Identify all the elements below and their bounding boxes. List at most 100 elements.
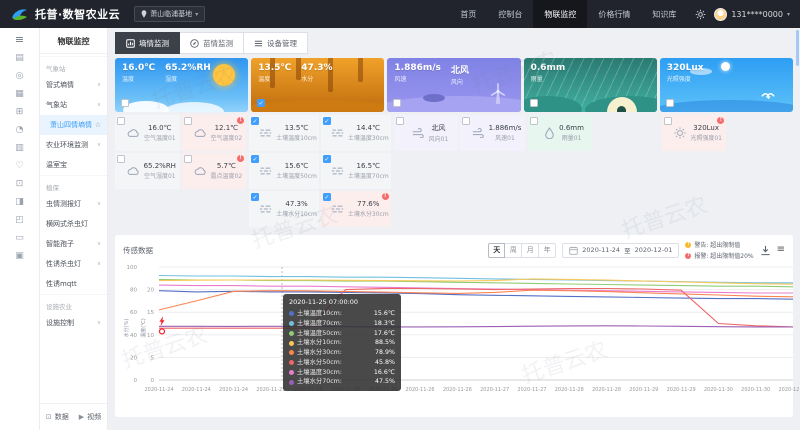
sidebar-item-性诱杀虫灯[interactable]: 性诱杀虫灯∨	[40, 254, 107, 274]
target-icon[interactable]: ◎	[16, 72, 24, 81]
svg-text:2020-11-27: 2020-11-27	[517, 387, 546, 393]
sidebar-item-横网式杀虫灯[interactable]: 横网式杀虫灯	[40, 214, 107, 234]
tile-checkbox[interactable]	[184, 155, 192, 163]
card-checkbox[interactable]	[666, 99, 674, 107]
nav-item-首页[interactable]: 首页	[449, 0, 487, 28]
scrollbar-thumb[interactable]	[796, 30, 799, 66]
tile-checkbox[interactable]	[664, 117, 672, 125]
plus-grid-icon[interactable]: ⊡	[16, 180, 24, 189]
sensor-tile-风速01[interactable]: 1.886m/s风速01	[460, 115, 525, 151]
card-checkbox[interactable]: ✓	[257, 99, 265, 107]
location-selector[interactable]: 萧山临浦基地 ▾	[134, 6, 205, 22]
sensor-tile-空气温度01[interactable]: 16.0℃空气温度01	[115, 115, 180, 151]
range-button-年[interactable]: 年	[539, 243, 556, 258]
nav-item-价格行情[interactable]: 价格行情	[587, 0, 641, 28]
sidebar-item-性诱mqtt[interactable]: 性诱mqtt	[40, 274, 107, 294]
tile-checkbox[interactable]: ✓	[323, 155, 331, 163]
sidebar-item-农业环境监测[interactable]: 农业环境监测∨	[40, 135, 107, 155]
tile-checkbox[interactable]	[462, 117, 470, 125]
grid-icon[interactable]: ▣	[15, 252, 24, 261]
soil-icon	[331, 166, 344, 176]
tile-checkbox[interactable]: ✓	[251, 193, 259, 201]
sidebar-item-设施控制[interactable]: 设施控制∨	[40, 313, 107, 333]
nav-item-控制台[interactable]: 控制台	[487, 0, 533, 28]
user-menu[interactable]: 131****0000 ▾	[714, 8, 790, 21]
chart-menu-icon[interactable]: ≡	[777, 245, 785, 255]
calendar-icon[interactable]: ⊞	[16, 108, 24, 117]
chart-controls: 天周月年 2020-11-24 至 2020-12-01 !警告: 超出限制值!…	[488, 240, 785, 260]
weather-card-forest[interactable]: 13.5℃温度47.3%水分✓	[251, 58, 384, 112]
sidebar-item-label: 横网式杀虫灯	[46, 219, 88, 229]
user-icon[interactable]: ◔	[16, 126, 24, 135]
tile-checkbox[interactable]	[184, 117, 192, 125]
nav-item-知识库[interactable]: 知识库	[641, 0, 687, 28]
hill-shape	[585, 96, 657, 112]
chart-title: 传感数据	[123, 245, 153, 256]
weather-card-light[interactable]: 320Lux光照强度	[660, 58, 793, 112]
dashboard-icon[interactable]: ▤	[15, 54, 24, 63]
svg-text:40: 40	[130, 333, 137, 339]
sensor-tile-土壤温度70cm[interactable]: ✓16.5℃土壤温度70cm	[321, 153, 391, 189]
tile-checkbox[interactable]: ✓	[323, 193, 331, 201]
sensor-tile-空气温度02[interactable]: 12.1℃空气温度02!	[182, 115, 247, 151]
sensor-tile-土壤温度50cm[interactable]: ✓15.6℃土壤温度50cm	[249, 153, 319, 189]
favorite-icon[interactable]: ♡	[15, 162, 23, 171]
tile-value: 320Lux	[693, 124, 719, 132]
sidebar-item-虫情测报灯[interactable]: 虫情测报灯∨	[40, 194, 107, 214]
sensor-tile-露点温度02[interactable]: 5.7℃露点温度02!	[182, 153, 247, 189]
tile-text: 320Lux光照强度01	[690, 124, 722, 142]
tile-text: 北风风向01	[429, 123, 449, 143]
sidebar-item-管式墒情[interactable]: 管式墒情∨	[40, 75, 107, 95]
tile-checkbox[interactable]: ✓	[323, 117, 331, 125]
range-button-月[interactable]: 月	[522, 243, 539, 258]
download-icon[interactable]	[760, 245, 771, 256]
sensor-tile-雨量01[interactable]: 0.6mm雨量01	[528, 115, 593, 151]
nav-item-物联监控[interactable]: 物联监控	[533, 0, 587, 28]
tile-checkbox[interactable]	[530, 117, 538, 125]
sensor-tile-风向01[interactable]: 北风风向01	[394, 115, 459, 151]
panel-icon[interactable]: ◨	[15, 198, 24, 207]
tile-text: 16.0℃空气温度01	[144, 124, 176, 142]
range-button-天[interactable]: 天	[488, 243, 505, 258]
star-icon[interactable]: ☆	[95, 121, 101, 129]
frame-icon[interactable]: ◰	[15, 216, 24, 225]
chart-icon[interactable]: ▥	[15, 144, 24, 153]
sensor-tile-土壤温度10cm[interactable]: ✓13.5℃土壤温度10cm	[249, 115, 319, 151]
sensor-tile-光照强度01[interactable]: 320Lux光照强度01!	[662, 115, 727, 151]
sidebar-item-温室宝[interactable]: 温室宝	[40, 155, 107, 175]
weather-card-sky[interactable]: 16.0℃温度65.2%RH湿度	[115, 58, 248, 112]
weather-card-rain[interactable]: 0.6mm雨量	[524, 58, 657, 112]
sidebar-item-气象站[interactable]: 气象站∧	[40, 95, 107, 115]
tab-苗情监测[interactable]: 苗情监测	[180, 32, 244, 54]
sensor-tile-土壤温度30cm[interactable]: ✓14.4℃土壤温度30cm	[321, 115, 391, 151]
tile-checkbox[interactable]	[117, 117, 125, 125]
card-checkbox[interactable]	[530, 99, 538, 107]
sidebar-item-label: 智能孢子	[46, 239, 74, 249]
sensor-chart[interactable]: 00205401060158020100水分(%)温度(℃)2020-11-24…	[123, 262, 785, 402]
chart-canvas: 00205401060158020100水分(%)温度(℃)2020-11-24…	[123, 262, 799, 398]
sidebar-item-智能孢子[interactable]: 智能孢子∨	[40, 234, 107, 254]
sidebar-item-萧山四情墒情[interactable]: 萧山四情墒情☆	[40, 115, 107, 135]
tile-checkbox[interactable]	[396, 117, 404, 125]
card-checkbox[interactable]	[393, 99, 401, 107]
weather-card-wind[interactable]: 1.886m/s风速北风风向	[387, 58, 520, 112]
tab-墒情监测[interactable]: 墒情监测	[115, 32, 180, 54]
date-range-picker[interactable]: 2020-11-24 至 2020-12-01	[562, 243, 679, 258]
tile-checkbox[interactable]: ✓	[251, 155, 259, 163]
card-checkbox[interactable]	[121, 99, 129, 107]
footer-视频[interactable]: ▶视频	[79, 412, 101, 422]
tab-设备管理[interactable]: 设备管理	[244, 32, 308, 54]
menu-icon[interactable]: ≡	[15, 34, 24, 45]
tile-checkbox[interactable]	[117, 155, 125, 163]
sensor-tile-土壤水分30cm[interactable]: ✓77.6%土壤水分30cm!	[321, 191, 391, 227]
top-nav: 首页控制台物联监控价格行情知识库	[449, 0, 687, 28]
document-icon[interactable]: ▭	[15, 234, 24, 243]
sensor-tile-空气湿度01[interactable]: 65.2%RH空气湿度01	[115, 153, 180, 189]
weather-cards: 16.0℃温度65.2%RH湿度13.5℃温度47.3%水分✓1.886m/s风…	[115, 58, 793, 112]
footer-数据[interactable]: ⊡数据	[46, 412, 69, 422]
range-button-周[interactable]: 周	[505, 243, 522, 258]
apps-icon[interactable]: ▦	[15, 90, 24, 99]
settings-gear-icon[interactable]	[695, 9, 706, 20]
sensor-tile-土壤水分10cm[interactable]: ✓47.3%土壤水分10cm	[249, 191, 319, 227]
tile-checkbox[interactable]: ✓	[251, 117, 259, 125]
